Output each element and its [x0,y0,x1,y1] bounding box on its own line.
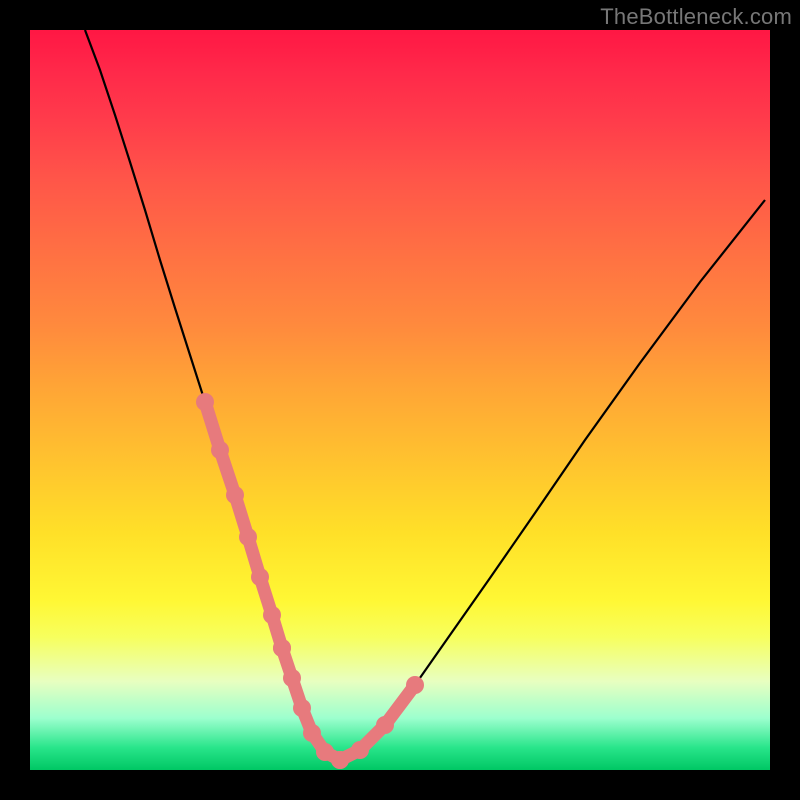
marker-segment [282,648,340,760]
marker-dot [251,568,269,586]
marker-dot [263,606,281,624]
highlight-markers [196,393,424,769]
watermark-text: TheBottleneck.com [600,4,792,30]
marker-dot [351,741,369,759]
marker-dot [211,441,229,459]
marker-dot [196,393,214,411]
marker-dot [273,639,291,657]
marker-dot [406,676,424,694]
marker-dot [293,699,311,717]
bottleneck-curve [85,30,765,760]
marker-dot [239,528,257,546]
marker-dot [283,669,301,687]
chart-area [30,30,770,770]
marker-dot [226,486,244,504]
marker-dot [331,751,349,769]
marker-dot [376,716,394,734]
chart-svg [30,30,770,770]
marker-dot [303,724,321,742]
